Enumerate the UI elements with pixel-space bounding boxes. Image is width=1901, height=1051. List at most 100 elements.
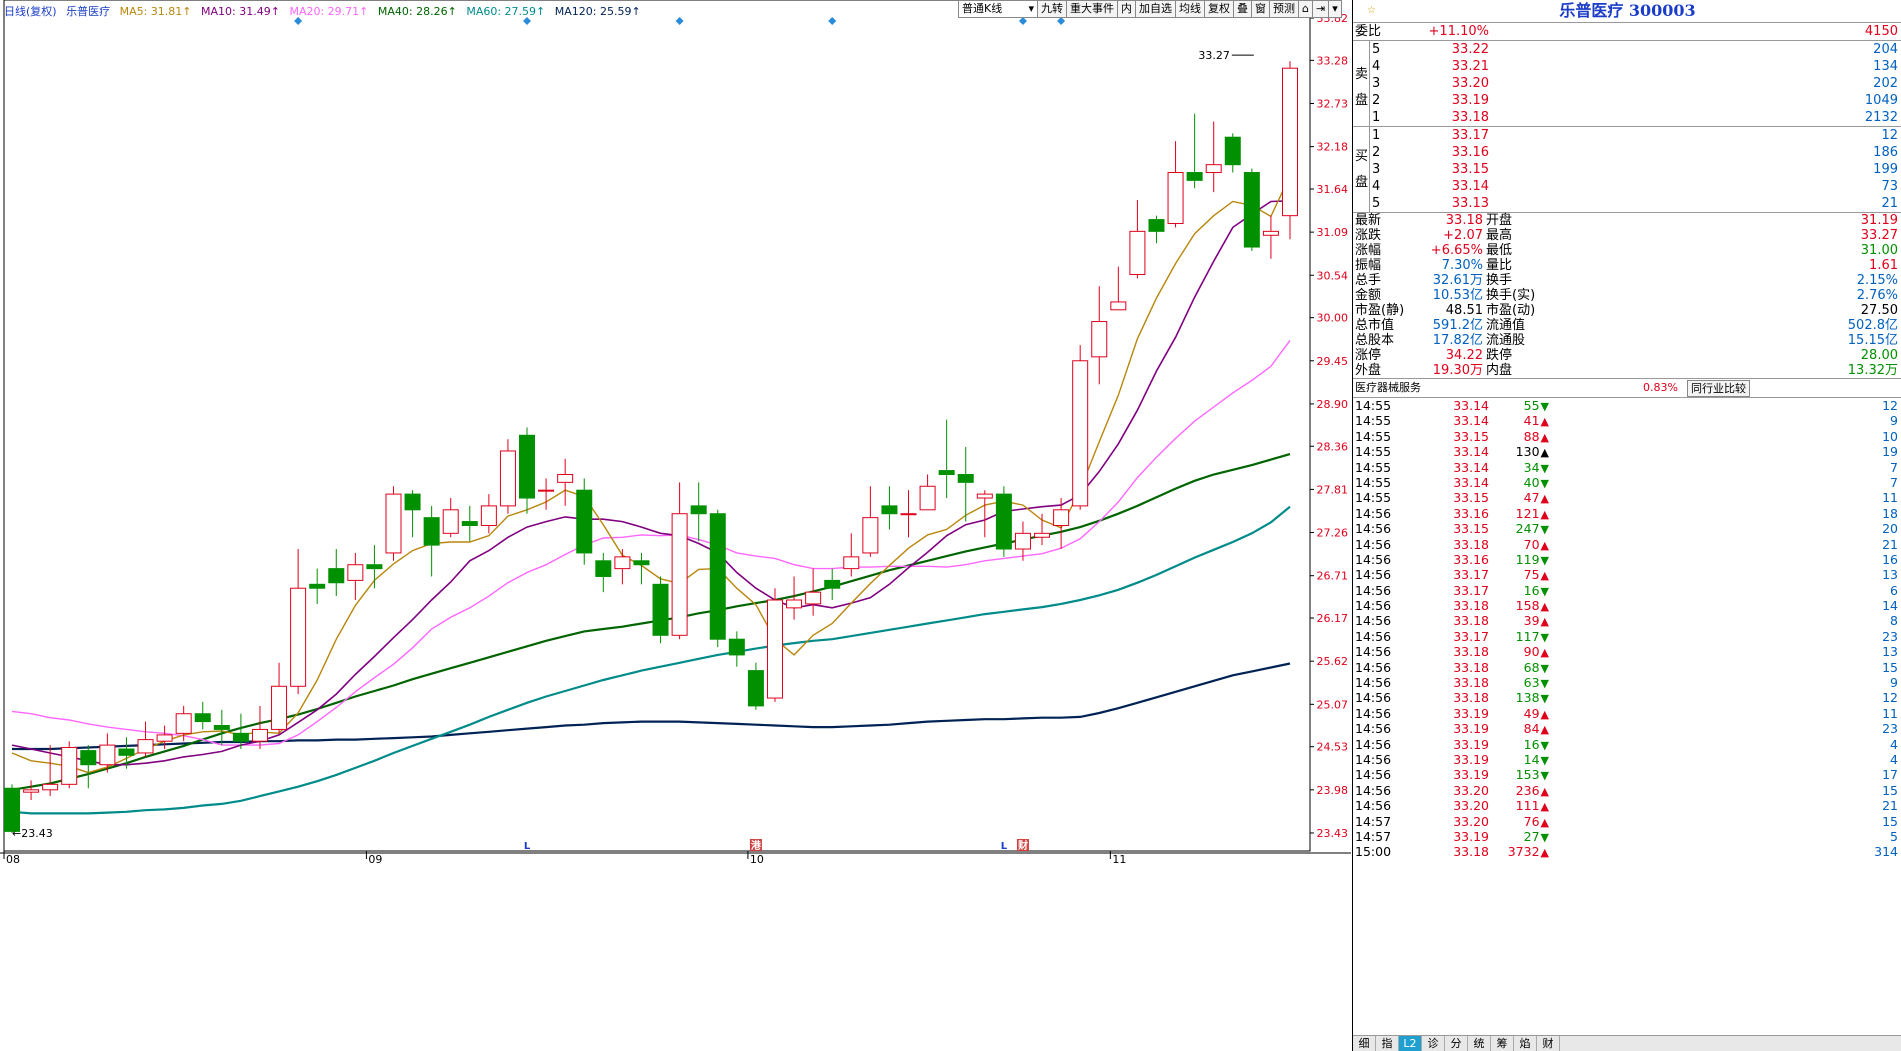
tick-row[interactable]: 14:55 33.15 88▲ 10 [1353,429,1901,444]
more-dropdown-icon[interactable]: ▾ [1328,0,1342,18]
tick-row[interactable]: 14:56 33.19 49▲ 11 [1353,706,1901,721]
candle-body [557,474,574,483]
tick-row[interactable]: 14:56 33.16 119▼ 16 [1353,552,1901,567]
ma60-line [11,505,1291,815]
tick-row[interactable]: 14:57 33.19 27▼ 5 [1353,829,1901,844]
tick-volume: 119▼ [1475,552,1549,568]
quote-title-text: 乐普医疗 300003 [1559,1,1696,20]
tick-row[interactable]: 14:56 33.20 236▲ 15 [1353,783,1901,798]
tick-row[interactable]: 14:56 33.19 153▼ 17 [1353,767,1901,782]
tick-row[interactable]: 14:56 33.20 111▲ 21 [1353,798,1901,813]
industry-name[interactable]: 医疗器械服务 [1355,379,1421,397]
y-tick-label: 32.73 [1317,97,1349,110]
arrow-down-icon: ▼ [1540,753,1549,767]
toolbar-ma-button[interactable]: 均线 [1175,0,1205,18]
order-level-row[interactable]: 3 33.15 199 [1353,161,1901,178]
tick-row[interactable]: 14:55 33.14 130▲ 19 [1353,444,1901,459]
tick-row[interactable]: 14:56 33.17 117▼ 23 [1353,629,1901,644]
tick-row[interactable]: 14:55 33.15 47▲ 11 [1353,490,1901,505]
order-level-row[interactable]: 2 33.16 186 [1353,144,1901,161]
stat-label: 外盘 [1355,363,1382,378]
panel-tab[interactable]: L2 [1399,1036,1422,1051]
tick-volume-value: 47 [1523,490,1540,506]
order-level-row[interactable]: 1 33.17 12 [1353,127,1901,144]
event-diamond-icon [1057,17,1066,25]
lock-icon[interactable]: ⌂ [1298,0,1313,18]
tick-row[interactable]: 14:56 33.16 121▲ 18 [1353,506,1901,521]
tick-row[interactable]: 14:56 33.15 247▼ 20 [1353,521,1901,536]
tick-row[interactable]: 14:56 33.19 16▼ 4 [1353,737,1901,752]
arrow-up-icon: ▲ [1540,492,1549,506]
order-price: 33.16 [1451,145,1489,160]
stat-label: 流通值 [1486,318,1526,333]
toolbar-forecast-button[interactable]: 预测 [1269,0,1299,18]
tick-row[interactable]: 14:56 33.18 39▲ 8 [1353,613,1901,628]
tick-row[interactable]: 14:56 33.18 90▲ 13 [1353,644,1901,659]
candle-body [99,744,116,766]
toolbar-add-watchlist-button[interactable]: 加自选 [1135,0,1176,18]
order-level: 5 [1372,42,1381,57]
industry-compare-button[interactable]: 同行业比较 [1687,380,1750,397]
legend-main[interactable]: 日线(复权) [4,5,57,18]
tick-row[interactable]: 14:55 33.14 34▼ 7 [1353,460,1901,475]
kline-chart-area[interactable]: 33.82 33.28 32.73 32.18 31.64 31.09 30.54 30.00… [0,0,1351,1051]
stat-value: 31.00 [1860,243,1898,258]
order-price: 33.13 [1451,196,1489,211]
tick-volume-value: 153 [1515,767,1540,783]
order-level-row[interactable]: 4 33.21 134 [1353,58,1901,75]
order-level-row[interactable]: 4 33.14 73 [1353,178,1901,195]
tick-count: 12 [1882,690,1898,706]
candle-body [499,450,516,507]
tick-list[interactable]: 14:55 33.14 55▼ 12 14:55 33.14 41▲ 9 14:55 33.15 8… [1353,398,1901,860]
tick-row[interactable]: 14:55 33.14 55▼ 12 [1353,398,1901,413]
order-level-row[interactable]: 2 33.19 1049 [1353,92,1901,109]
panel-tab[interactable]: 统 [1468,1036,1491,1051]
panel-tab[interactable]: 诊 [1422,1036,1445,1051]
tick-row[interactable]: 14:55 33.14 41▲ 9 [1353,413,1901,428]
tick-count: 9 [1890,675,1898,691]
tick-count: 10 [1882,428,1898,444]
panel-tab[interactable]: 筹 [1491,1036,1514,1051]
tick-row[interactable]: 14:56 33.18 70▲ 21 [1353,537,1901,552]
tick-row[interactable]: 14:56 33.17 75▲ 13 [1353,567,1901,582]
star-icon[interactable]: ☆ [1367,0,1376,22]
tick-row[interactable]: 14:57 33.20 76▲ 15 [1353,814,1901,829]
toolbar-jiuzhuan-button[interactable]: 九转 [1037,0,1067,18]
tick-row[interactable]: 14:56 33.18 138▼ 12 [1353,690,1901,705]
tick-count: 7 [1890,474,1898,490]
candle-body [938,470,955,476]
tick-row[interactable]: 14:56 33.18 158▲ 14 [1353,598,1901,613]
toolbar-adjust-button[interactable]: 复权 [1204,0,1234,18]
tick-row[interactable]: 15:00 33.18 3732▲ 314 [1353,844,1901,859]
tick-volume-value: 88 [1523,428,1540,444]
tick-row[interactable]: 14:56 33.19 84▲ 23 [1353,721,1901,736]
order-level: 4 [1372,179,1381,194]
kline-chart[interactable]: 33.8233.2832.7332.1831.6431.0930.5430.00… [0,0,1351,1051]
order-price: 33.20 [1451,76,1489,91]
panel-tab[interactable]: 财 [1537,1036,1560,1051]
toolbar-inner-button[interactable]: 内 [1117,0,1136,18]
order-level-row[interactable]: 3 33.20 202 [1353,75,1901,92]
order-level-row[interactable]: 1 33.18 2132 [1353,109,1901,126]
panel-tab[interactable]: 分 [1445,1036,1468,1051]
panel-tab[interactable]: 指 [1376,1036,1399,1051]
panel-tab[interactable]: 焰 [1514,1036,1537,1051]
panel-tab[interactable]: 细 [1353,1036,1376,1051]
tick-row[interactable]: 14:55 33.14 40▼ 7 [1353,475,1901,490]
toolbar-overlay-button[interactable]: 叠 [1233,0,1252,18]
tick-row[interactable]: 14:56 33.18 63▼ 9 [1353,675,1901,690]
order-level-row[interactable]: 5 33.22 204 [1353,41,1901,58]
order-level-row[interactable]: 5 33.13 21 [1353,195,1901,212]
tick-row[interactable]: 14:56 33.18 68▼ 15 [1353,660,1901,675]
arrow-down-icon: ▼ [1540,461,1549,475]
jump-end-icon[interactable]: ⇥ [1311,0,1330,18]
tick-volume-value: 117 [1515,628,1540,644]
order-level: 2 [1372,93,1381,108]
tick-row[interactable]: 14:56 33.17 16▼ 6 [1353,583,1901,598]
toolbar-window-button[interactable]: 窗 [1251,0,1270,18]
stat-value: 502.8亿 [1847,318,1898,333]
tick-row[interactable]: 14:56 33.19 14▼ 4 [1353,752,1901,767]
y-tick-label: 24.53 [1317,741,1349,754]
toolbar-events-button[interactable]: 重大事件 [1066,0,1118,18]
kline-type-dropdown[interactable]: 普通K线 ▾ [958,0,1038,18]
